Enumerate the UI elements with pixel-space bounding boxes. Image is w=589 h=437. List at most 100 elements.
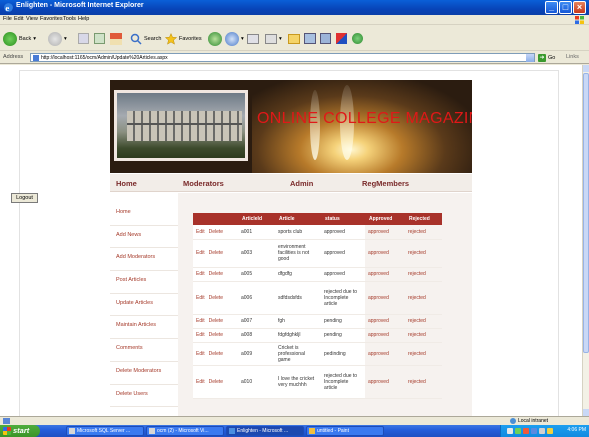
edit-link[interactable]: Edit (196, 250, 205, 256)
delete-link[interactable]: Delete (209, 295, 223, 301)
go-button[interactable]: ➜ Go (538, 53, 555, 62)
sidemenu-update-articles[interactable]: Update Articles (110, 294, 178, 317)
reject-link[interactable]: rejected (405, 314, 442, 329)
start-button[interactable]: start (0, 425, 40, 437)
sidemenu-add-news[interactable]: Add News (110, 226, 178, 249)
delete-link[interactable]: Delete (209, 318, 223, 324)
edit-link[interactable]: Edit (196, 379, 205, 385)
reject-link[interactable]: rejected (405, 239, 442, 268)
reject-link[interactable]: rejected (405, 281, 442, 315)
sidemenu-home[interactable]: Home (110, 203, 178, 226)
delete-link[interactable]: Delete (209, 379, 223, 385)
refresh-button[interactable] (94, 31, 105, 46)
delete-link[interactable]: Delete (209, 250, 223, 256)
edit-link[interactable]: Edit (196, 318, 205, 324)
stop-button[interactable] (78, 31, 89, 46)
mail-button[interactable] (247, 31, 259, 46)
edit-link[interactable]: Edit (196, 229, 205, 235)
approve-link[interactable]: approved (365, 328, 405, 343)
tray-icon-5[interactable] (547, 428, 553, 434)
scroll-down-icon[interactable] (583, 409, 589, 416)
approve-link[interactable]: approved (365, 342, 405, 366)
logout-button[interactable]: Logout (11, 193, 38, 203)
nav-moderators[interactable]: Moderators (183, 179, 224, 188)
close-button[interactable]: × (573, 1, 586, 14)
task-sql-server[interactable]: Microsoft SQL Server ... (66, 426, 144, 436)
reject-link[interactable]: rejected (405, 342, 442, 366)
edit-link[interactable]: Edit (196, 271, 205, 277)
approve-link[interactable]: approved (365, 314, 405, 329)
cell-status: rejected due to Incomplete article (321, 281, 365, 315)
tool-button-3[interactable] (336, 31, 347, 46)
grid-header-articleid[interactable]: ArticleId (238, 213, 275, 225)
home-button[interactable] (110, 31, 122, 46)
grid-header-rejected[interactable]: Rejected (405, 213, 442, 225)
reject-link[interactable]: rejected (405, 225, 442, 240)
tray-icon-2[interactable] (515, 428, 521, 434)
back-button[interactable]: Back ▾ (3, 31, 36, 46)
sidemenu-comments[interactable]: Comments (110, 339, 178, 362)
delete-link[interactable]: Delete (209, 351, 223, 357)
vertical-scrollbar[interactable] (582, 65, 589, 416)
nav-home[interactable]: Home (116, 179, 137, 188)
approve-link[interactable]: approved (365, 267, 405, 282)
tool-button-1[interactable] (304, 31, 316, 46)
folder-button[interactable] (288, 31, 300, 46)
menu-file[interactable]: File (3, 16, 12, 22)
internet-explorer-icon: e (4, 3, 13, 13)
delete-link[interactable]: Delete (209, 229, 223, 235)
delete-link[interactable]: Delete (209, 332, 223, 338)
sidemenu-delete-users[interactable]: Delete Users (110, 385, 178, 408)
sidemenu-add-moderators[interactable]: Add Moderators (110, 248, 178, 272)
reject-link[interactable]: rejected (405, 328, 442, 343)
edit-link[interactable]: Edit (196, 351, 205, 357)
menu-help[interactable]: Help (78, 16, 89, 22)
volume-icon[interactable] (539, 428, 545, 434)
tool-button-4[interactable] (352, 31, 363, 46)
address-input[interactable]: http://localhost:1165/ocm/Admin/Update%2… (30, 53, 535, 62)
tray-icon-4[interactable] (531, 428, 537, 434)
scroll-up-icon[interactable] (583, 65, 589, 72)
scroll-thumb[interactable] (583, 73, 589, 353)
edit-link[interactable]: Edit (196, 332, 205, 338)
approve-link[interactable]: approved (365, 365, 405, 399)
minimize-button[interactable]: _ (545, 1, 558, 14)
tray-icon-3[interactable] (523, 428, 529, 434)
search-button[interactable]: Search (130, 31, 161, 46)
approve-link[interactable]: approved (365, 281, 405, 315)
address-dropdown-icon[interactable] (526, 54, 534, 62)
edit-link[interactable]: Edit (196, 295, 205, 301)
reject-link[interactable]: rejected (405, 267, 442, 282)
task-paint[interactable]: untitled - Paint (306, 426, 384, 436)
visual-studio-icon (149, 428, 155, 434)
tray-icon-1[interactable] (507, 428, 513, 434)
print-button[interactable]: ▾ (265, 31, 282, 46)
menu-edit[interactable]: Edit (14, 16, 23, 22)
approve-link[interactable]: approved (365, 225, 405, 240)
nav-admin[interactable]: Admin (290, 179, 313, 188)
sidemenu-maintain-articles[interactable]: Maintain Articles (110, 316, 178, 340)
delete-link[interactable]: Delete (209, 271, 223, 277)
grid-header-status[interactable]: status (321, 213, 365, 225)
approve-link[interactable]: approved (365, 239, 405, 268)
task-visual-studio[interactable]: ocm (2) - Microsoft Vi... (146, 426, 224, 436)
maximize-button[interactable]: □ (559, 1, 572, 14)
history-button[interactable] (208, 31, 222, 46)
media-button[interactable]: ▾ (225, 31, 244, 46)
window-titlebar[interactable]: e Enlighten - Microsoft Internet Explore… (0, 0, 589, 15)
sidemenu-post-articles[interactable]: Post Articles (110, 271, 178, 294)
cell-article: sdfdsdsfds (275, 281, 321, 315)
menu-tools[interactable]: Tools (63, 16, 76, 22)
reject-link[interactable]: rejected (405, 365, 442, 399)
forward-button[interactable]: ▾ (48, 31, 67, 46)
grid-header-approved[interactable]: Approved (365, 213, 405, 225)
menu-view[interactable]: View (26, 16, 38, 22)
grid-header-article[interactable]: Article (275, 213, 321, 225)
menu-favorites[interactable]: Favorites (40, 16, 63, 22)
nav-regmembers[interactable]: RegMembers (362, 179, 409, 188)
tool-button-2[interactable] (320, 31, 331, 46)
favorites-button[interactable]: Favorites (165, 31, 202, 46)
sidemenu-delete-moderators[interactable]: Delete Moderators (110, 362, 178, 385)
links-button[interactable]: Links (566, 54, 579, 60)
task-internet-explorer[interactable]: Enlighten - Microsoft ... (226, 426, 304, 436)
